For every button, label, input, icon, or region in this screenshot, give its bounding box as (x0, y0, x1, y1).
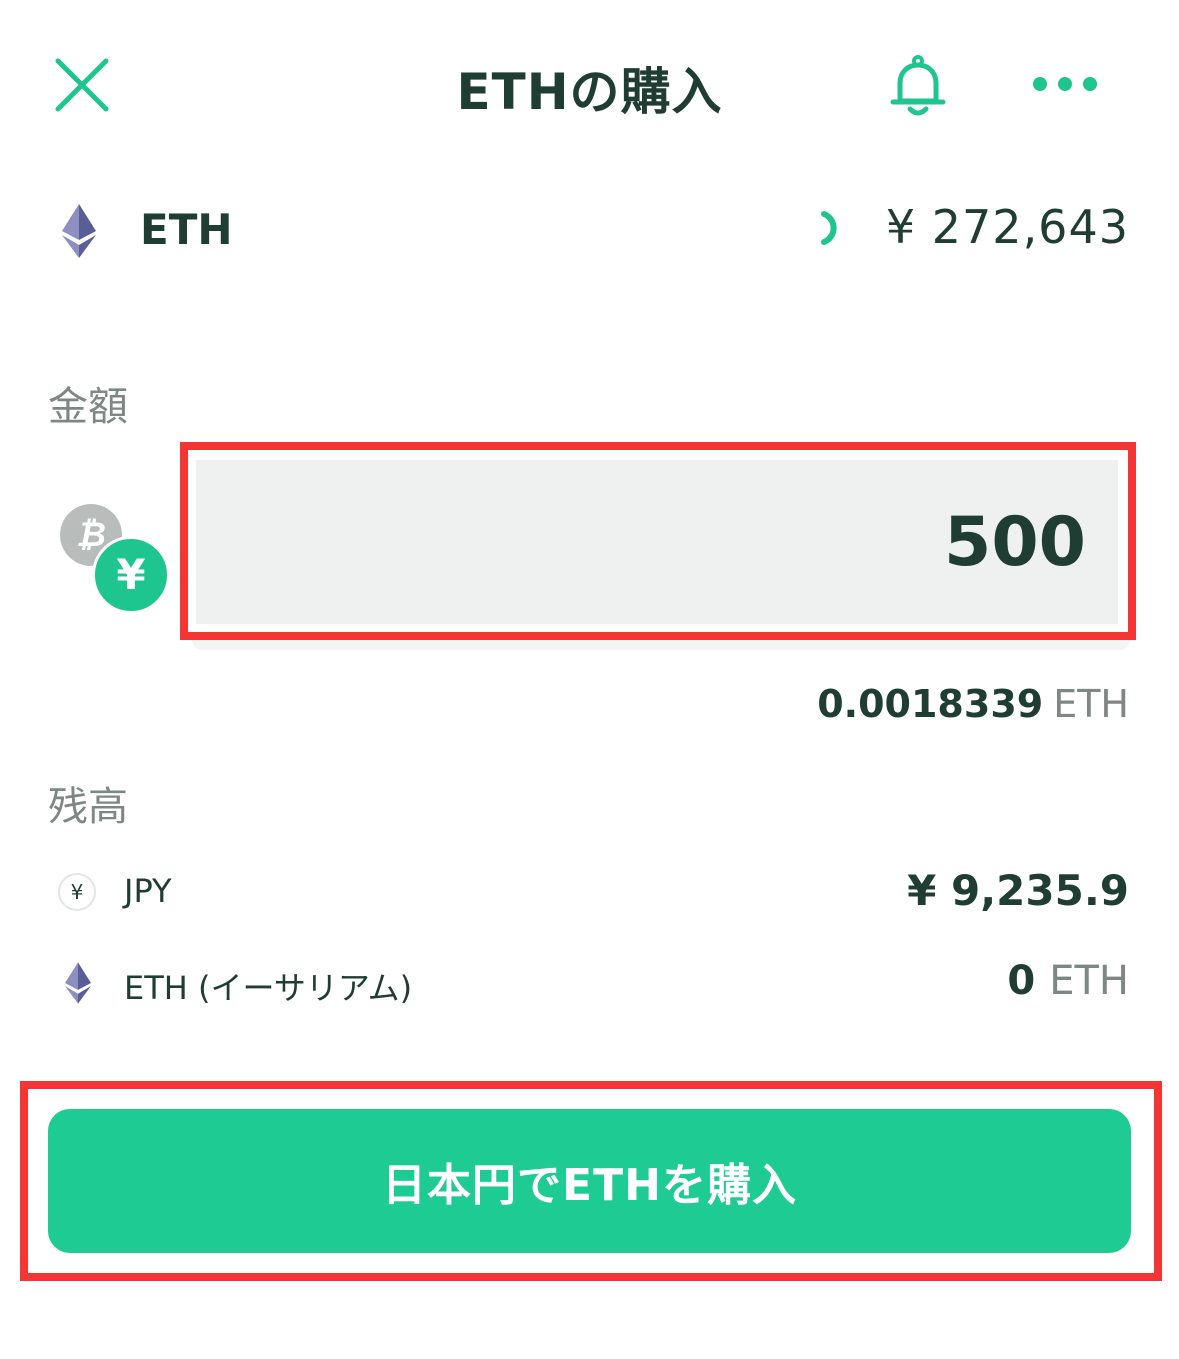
bell-icon[interactable] (888, 55, 948, 120)
balance-label: 残高 (48, 784, 128, 830)
page-title: ETHの購入 (456, 63, 723, 121)
balance-eth-unit: ETH (1049, 958, 1129, 1004)
balance-eth: 0 ETH (1007, 958, 1129, 1004)
converted-unit: ETH (1053, 682, 1129, 726)
asset-symbol: ETH (140, 205, 233, 254)
balance-eth-value: 0 (1007, 958, 1036, 1004)
converted-amount: 0.0018339 ETH (817, 682, 1129, 726)
asset-price: ¥ 272,643 (885, 200, 1129, 254)
refresh-timer-icon (821, 211, 837, 245)
buy-highlight-box (20, 1081, 1162, 1281)
amount-highlight-box (180, 442, 1136, 640)
converted-value: 0.0018339 (817, 682, 1044, 726)
yen-icon: ¥ (92, 536, 170, 614)
ethereum-icon (62, 204, 96, 258)
ethereum-icon (65, 962, 91, 1004)
currency-switch-icon[interactable]: ₿ ¥ (58, 502, 173, 614)
yen-icon: ¥ (58, 873, 96, 911)
balance-jpy-value: ¥ 9,235.9 (907, 866, 1129, 915)
more-icon[interactable] (1030, 70, 1100, 98)
amount-label: 金額 (48, 384, 128, 430)
balance-eth-name: ETH (イーサリアム) (124, 969, 413, 1007)
balance-jpy-name: JPY (124, 872, 172, 910)
